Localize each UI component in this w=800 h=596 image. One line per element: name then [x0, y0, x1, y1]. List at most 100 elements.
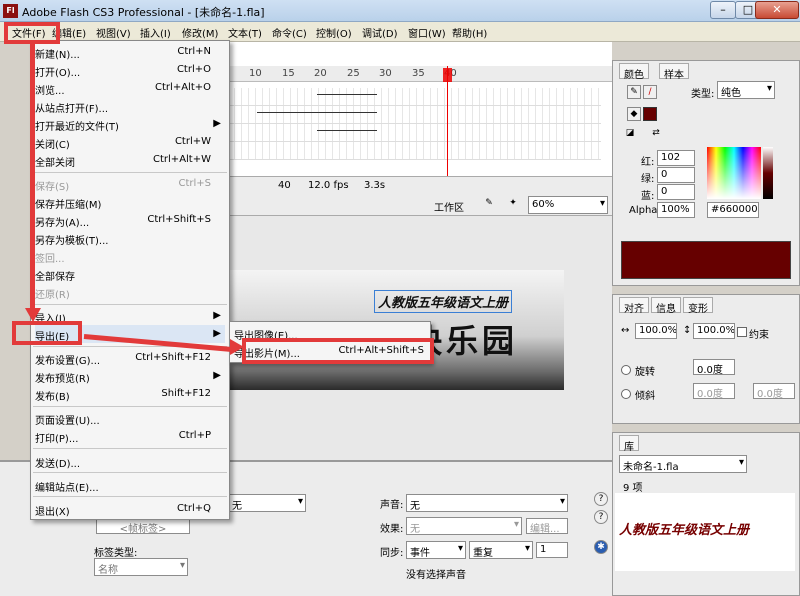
swap-colors-icon[interactable]: ⇄ [649, 127, 663, 141]
menu-window[interactable]: 窗口(W) [408, 25, 446, 40]
menu-publish[interactable]: 发布(B) Shift+F12 [35, 385, 225, 403]
sync-dropdown[interactable]: 事件 [406, 541, 466, 559]
help-icon[interactable]: ? [594, 510, 608, 524]
edit-sound-button[interactable]: 编辑... [526, 518, 568, 534]
menu-save-all[interactable]: 全部保存 [35, 265, 225, 283]
menu-save[interactable]: 保存(S) Ctrl+S [35, 175, 225, 193]
fill-bucket-icon[interactable]: ◆ [627, 107, 641, 121]
constrain-checkbox[interactable] [737, 327, 747, 337]
rotate-field[interactable]: 0.0度 [693, 359, 735, 375]
red-field[interactable]: 102 [657, 150, 695, 166]
tab-align[interactable]: 对齐 [619, 297, 649, 315]
brightness-slider[interactable] [763, 147, 773, 199]
menu-check-in[interactable]: 签回... [35, 247, 225, 265]
menu-item-shortcut: Ctrl+S [178, 178, 211, 189]
menu-open-from-site[interactable]: 从站点打开(F)... [35, 97, 225, 115]
tab-transform[interactable]: 变形 [683, 297, 713, 315]
menu-save-compact[interactable]: 保存并压缩(M) [35, 193, 225, 211]
arrow-head-down [25, 308, 41, 322]
blue-field[interactable]: 0 [657, 184, 695, 200]
menu-page-setup[interactable]: 页面设置(U)... [35, 409, 225, 427]
minimize-button[interactable]: – [710, 1, 736, 19]
repeat-count-field[interactable]: 1 [536, 542, 568, 558]
current-frame: 40 [278, 180, 291, 191]
alpha-field[interactable]: 100% [657, 202, 695, 218]
menu-close[interactable]: 关闭(C) Ctrl+W [35, 133, 225, 151]
library-doc-dropdown[interactable]: 未命名-1.fla [619, 455, 747, 473]
menu-save-as-template[interactable]: 另存为模板(T)... [35, 229, 225, 247]
menu-close-all[interactable]: 全部关闭 Ctrl+Alt+W [35, 151, 225, 169]
fill-type-dropdown[interactable]: 纯色 [717, 81, 775, 99]
menu-new[interactable]: 新建(N)... Ctrl+N [35, 43, 225, 61]
menu-item-shortcut: Ctrl+N [177, 46, 211, 57]
menu-publish-settings[interactable]: 发布设置(G)... Ctrl+Shift+F12 [35, 349, 225, 367]
banner-text-box[interactable]: 人教版五年级语文上册 [374, 290, 513, 313]
tab-swatches[interactable]: 样本 [659, 63, 689, 81]
menu-item-shortcut: Ctrl+Alt+W [153, 154, 211, 165]
edit-symbol-icon[interactable]: ✎ [482, 197, 496, 211]
menu-insert[interactable]: 插入(I) [140, 25, 171, 40]
edit-scene-icon[interactable]: ✦ [506, 197, 520, 211]
rotate-radio[interactable] [621, 365, 631, 375]
menu-control[interactable]: 控制(O) [316, 25, 352, 40]
menu-modify[interactable]: 修改(M) [182, 25, 218, 40]
help-icon[interactable]: ? [594, 492, 608, 506]
menu-revert[interactable]: 还原(R) [35, 283, 225, 301]
menu-print[interactable]: 打印(P)... Ctrl+P [35, 427, 225, 445]
highlight-file-menu [4, 22, 60, 44]
height-scale-field[interactable]: 100.0% [693, 323, 735, 339]
stroke-color-icon[interactable]: ✎ [627, 85, 641, 99]
accessibility-icon[interactable]: ✱ [594, 540, 608, 554]
menu-open[interactable]: 打开(O)... Ctrl+O [35, 61, 225, 79]
repeat-dropdown[interactable]: 重复 [469, 541, 533, 559]
playhead-handle[interactable] [443, 68, 452, 82]
color-spectrum[interactable] [707, 147, 761, 199]
menu-text[interactable]: 文本(T) [228, 25, 262, 40]
menu-help[interactable]: 帮助(H) [452, 25, 487, 40]
menu-debug[interactable]: 调试(D) [362, 25, 398, 40]
menu-exit[interactable]: 退出(X) Ctrl+Q [35, 500, 225, 518]
menu-browse[interactable]: 浏览... Ctrl+Alt+O [35, 79, 225, 97]
width-scale-field[interactable]: 100.0% [635, 323, 677, 339]
menu-item-label: 另存为(A)... [35, 218, 90, 229]
effect-dropdown[interactable]: 无 [406, 517, 522, 535]
skew-radio[interactable] [621, 389, 631, 399]
menu-open-recent[interactable]: 打开最近的文件(T) ▶ [35, 115, 225, 133]
green-field[interactable]: 0 [657, 167, 695, 183]
ruler-tick: 30 [379, 68, 392, 79]
submenu-arrow-icon: ▶ [213, 118, 221, 129]
tab-color[interactable]: 颜色 [619, 63, 649, 81]
menu-separator [33, 406, 227, 407]
skew-v-field[interactable]: 0.0度 [753, 383, 795, 399]
workspace-button[interactable]: 工作区 [434, 199, 464, 214]
menu-bar: 文件(F) 编辑(E) 视图(V) 插入(I) 修改(M) 文本(T) 命令(C… [0, 22, 800, 42]
menu-separator [33, 496, 227, 497]
label-type-dropdown[interactable]: 名称 [94, 558, 188, 576]
tab-library[interactable]: 库 [619, 435, 639, 453]
ruler-tick: 25 [347, 68, 360, 79]
menu-item-label: 浏览... [35, 86, 65, 97]
hex-field[interactable]: #660000 [707, 202, 759, 218]
sound-dropdown[interactable]: 无 [406, 494, 568, 512]
menu-commands[interactable]: 命令(C) [272, 25, 307, 40]
menu-save-as[interactable]: 另存为(A)... Ctrl+Shift+S [35, 211, 225, 229]
menu-item-label: 全部保存 [35, 272, 75, 283]
menu-item-shortcut: Ctrl+O [176, 64, 211, 75]
ruler-tick: 20 [314, 68, 327, 79]
menu-send[interactable]: 发送(D)... [35, 452, 225, 470]
menu-publish-preview[interactable]: 发布预览(R) ▶ [35, 367, 225, 385]
submenu-arrow-icon: ▶ [213, 370, 221, 381]
submenu-arrow-icon: ▶ [213, 310, 221, 321]
default-colors-icon[interactable]: ◪ [623, 127, 637, 141]
menu-edit-sites[interactable]: 编辑站点(E)... [35, 476, 225, 494]
title-bar: Fl Adobe Flash CS3 Professional - [未命名-1… [0, 0, 800, 22]
tab-info[interactable]: 信息 [651, 297, 681, 315]
zoom-dropdown[interactable]: 60% [528, 196, 608, 214]
menu-view[interactable]: 视图(V) [96, 25, 131, 40]
close-button[interactable]: ✕ [755, 1, 799, 19]
tween-dropdown[interactable]: 无 [228, 494, 306, 512]
skew-h-field[interactable]: 0.0度 [693, 383, 735, 399]
no-stroke-icon[interactable]: ∕ [643, 85, 657, 99]
fill-color-swatch[interactable] [643, 107, 657, 121]
frame-label-field[interactable]: <帧标签> [96, 518, 190, 534]
